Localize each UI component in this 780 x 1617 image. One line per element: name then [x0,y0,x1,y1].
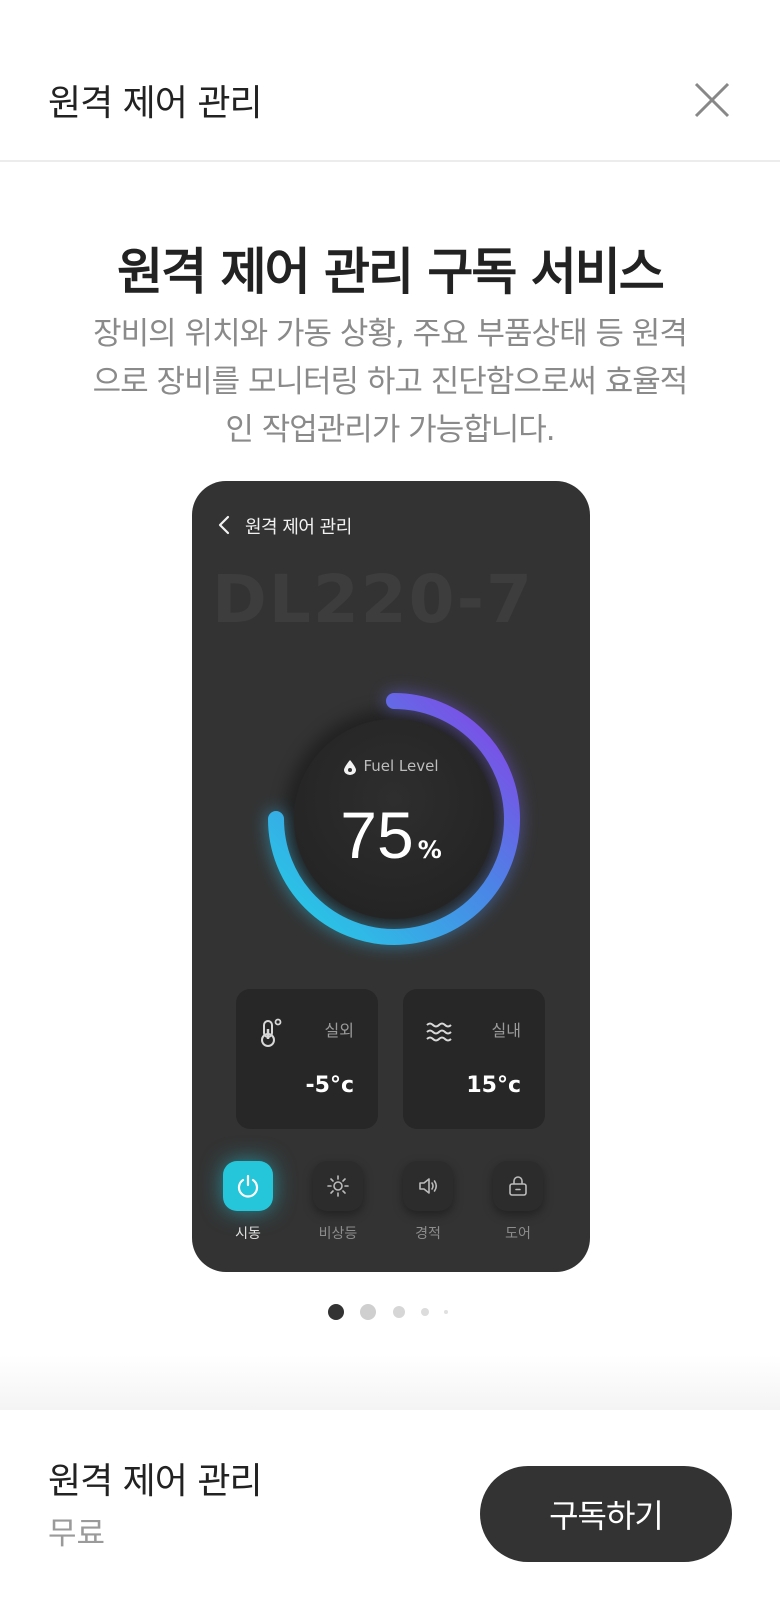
bottom-shadow [0,1355,780,1410]
fuel-level-text: Fuel Level [363,757,439,775]
carousel-dot[interactable] [444,1310,448,1314]
carousel-dot[interactable] [360,1304,376,1320]
close-button[interactable] [690,78,734,122]
subscribe-button[interactable]: 구독하기 [480,1466,732,1562]
indoor-label: 실내 [491,1021,521,1040]
thermometer-icon [261,1018,282,1047]
service-price: 무료 [48,1516,106,1552]
outdoor-temp-value: -5°c [305,1073,354,1098]
control-horn[interactable]: 경적 [383,1161,473,1243]
carousel-dot[interactable] [328,1304,344,1320]
speaker-icon [419,1178,438,1194]
carousel-dot[interactable] [393,1306,405,1318]
carousel-indicator[interactable] [326,1302,466,1322]
model-name: DL220-7 [212,561,534,638]
page-title: 원격 제어 관리 [48,83,263,124]
horn-button[interactable] [403,1161,453,1211]
outdoor-temp-tile: 실외 -5°c [236,989,378,1129]
drop-icon [344,759,357,775]
door-button[interactable] [493,1161,543,1211]
close-icon [694,82,730,118]
lock-icon [509,1176,527,1196]
bottom-bar: 원격 제어 관리 무료 구독하기 [0,1410,780,1617]
service-name: 원격 제어 관리 [48,1461,263,1502]
indoor-temp-value: 15°c [466,1073,521,1098]
hero-title: 원격 제어 관리 구독 서비스 [117,243,665,301]
control-door[interactable]: 도어 [473,1161,563,1243]
control-start[interactable]: 시동 [203,1161,293,1243]
preview-title: 원격 제어 관리 [245,517,352,538]
fuel-level-label: Fuel Level [192,757,590,775]
indoor-temp-tile: 실내 15°c [403,989,545,1129]
start-button[interactable] [223,1161,273,1211]
fuel-level-value: 75% [192,797,590,873]
sun-icon [327,1175,349,1197]
hazard-button[interactable] [313,1161,363,1211]
fuel-value-unit: % [417,836,442,864]
control-hazard[interactable]: 비상등 [293,1161,383,1243]
waves-icon [426,1022,452,1042]
back-icon [218,515,230,535]
hero-description: 장비의 위치와 가동 상황, 주요 부품상태 등 원격으로 장비를 모니터링 하… [92,316,689,448]
carousel-dot[interactable] [421,1308,429,1316]
header: 원격 제어 관리 [0,0,780,162]
horn-label: 경적 [415,1226,441,1242]
fuel-value-number: 75 [340,798,414,872]
outdoor-label: 실외 [324,1021,354,1040]
hazard-label: 비상등 [318,1226,358,1242]
app-preview-image: 원격 제어 관리 DL220-7 Fuel Level 75 % 실외 -5°c… [192,481,590,1272]
power-icon [237,1174,259,1198]
door-label: 도어 [505,1226,531,1242]
start-label: 시동 [235,1226,261,1242]
